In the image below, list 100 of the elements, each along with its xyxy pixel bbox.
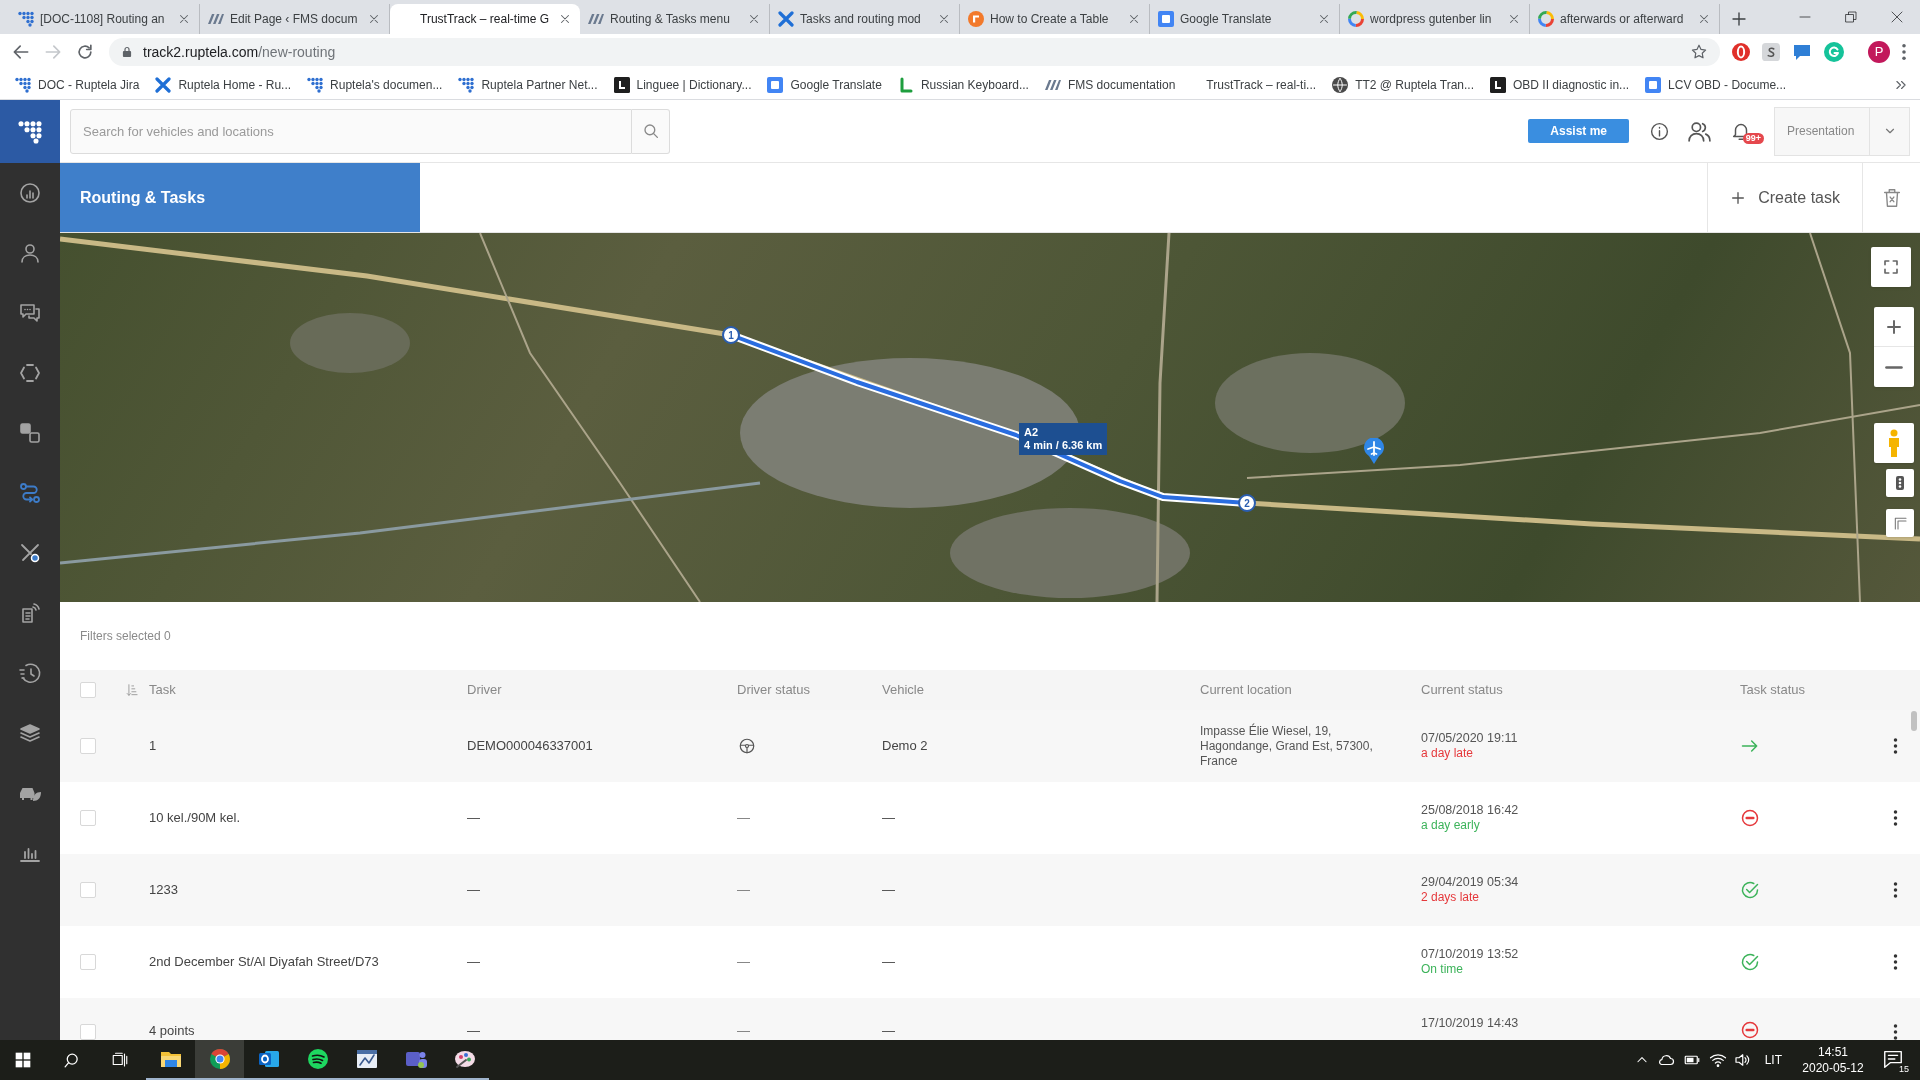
taskbar-app[interactable] (195, 1040, 244, 1080)
close-icon[interactable] (558, 12, 572, 26)
create-task-button[interactable]: Create task (1707, 163, 1862, 232)
bookmark-link[interactable]: DOC - Ruptela Jira (7, 72, 148, 97)
status-delay: 2 days late (1421, 890, 1480, 905)
close-icon[interactable] (177, 12, 191, 26)
speaker-icon[interactable] (1732, 1051, 1751, 1069)
bookmark-link[interactable]: TrustTrack – real-ti... (1183, 72, 1325, 97)
plus-icon[interactable] (1730, 10, 1748, 28)
more-icon[interactable] (1892, 882, 1898, 898)
tile-logo-icon (1645, 76, 1662, 93)
status-time: 25/08/2018 16:42 (1421, 803, 1519, 818)
driver-name: — (467, 953, 480, 972)
plus-icon (1730, 189, 1747, 206)
close-icon[interactable] (1317, 12, 1331, 26)
clock-time[interactable]: 14:51 (1818, 1044, 1848, 1060)
vehicle-name: Demo 2 (882, 737, 928, 756)
close-icon[interactable] (1507, 12, 1521, 26)
notification-count: 15 (1898, 1064, 1910, 1074)
language-indicator[interactable]: LIT (1764, 1051, 1782, 1069)
chat-bubble-icon[interactable] (1792, 42, 1812, 62)
bookmark-link[interactable]: Ruptela's documen... (299, 72, 451, 97)
checkbox[interactable] (80, 1024, 96, 1040)
bookmark-link[interactable]: LCV OBD - Docume... (1637, 72, 1795, 97)
close-icon[interactable] (1891, 11, 1903, 23)
cross-logo-icon (155, 76, 172, 93)
location-text: Impasse Élie Wiesel, 19, Hagondange, Grand Est, 57300, France (1200, 723, 1374, 769)
fullscreen-button[interactable] (1871, 247, 1911, 287)
bookmark-link[interactable]: OBD II diagnostic in... (1482, 72, 1638, 97)
close-icon[interactable] (747, 12, 761, 26)
bookmark-link[interactable]: Ruptela Partner Net... (450, 72, 606, 97)
squiggle-tile-icon[interactable] (1762, 43, 1780, 61)
browser-tab[interactable]: TrustTrack – real-time G (390, 4, 580, 34)
wifi-icon[interactable] (1708, 1051, 1727, 1069)
notification-badge: 99+ (1742, 133, 1764, 144)
info-icon[interactable] (1649, 120, 1670, 142)
close-icon[interactable] (367, 12, 381, 26)
bookmark-link[interactable]: Ruptela Home - Ru... (147, 72, 300, 97)
airplane-pin-icon (1363, 438, 1385, 464)
tile-logo-icon (1158, 11, 1174, 27)
close-icon[interactable] (1697, 12, 1711, 26)
checkbox[interactable] (80, 882, 96, 898)
bookmark-link[interactable]: TT2 @ Ruptela Tran... (1324, 72, 1483, 97)
dots-logo-icon (15, 76, 31, 93)
checkbox[interactable] (80, 682, 96, 698)
restore-icon[interactable] (1845, 11, 1857, 23)
segmented-circle-icon (207, 1047, 232, 1071)
search-icon[interactable] (62, 1051, 80, 1069)
address-field[interactable]: track2.ruptela.com/new-routing (109, 38, 1720, 66)
oval-logo-icon[interactable] (1732, 43, 1750, 61)
globe-icon (1332, 76, 1349, 93)
zoom-in-button[interactable] (1874, 307, 1914, 347)
more-icon[interactable] (1892, 954, 1898, 970)
task-view-icon[interactable] (111, 1051, 129, 1069)
status-time: 17/10/2019 14:43 (1421, 1016, 1519, 1031)
fullscreen-icon (1882, 258, 1900, 276)
checkbox[interactable] (80, 810, 96, 826)
search-field[interactable]: Search for vehicles and locations (70, 108, 632, 154)
stripes-logo-icon (588, 11, 604, 27)
windows-logo-icon[interactable] (15, 1052, 31, 1068)
back-arrow-icon[interactable] (11, 42, 31, 62)
bookmark-link[interactable]: Linguee | Dictionary... (605, 72, 760, 97)
driver-status-text: — (737, 953, 750, 972)
route-marker[interactable]: 2 (1238, 494, 1256, 512)
dots-logo-icon (18, 119, 42, 144)
cross-logo-icon (778, 11, 794, 27)
more-icon[interactable] (1902, 44, 1906, 60)
driver-name: — (467, 1021, 480, 1040)
more-icon[interactable] (1892, 1024, 1898, 1040)
scrollbar-thumb[interactable] (1911, 711, 1917, 731)
dots-logo-icon (307, 76, 324, 93)
traffic-layer-button[interactable] (1886, 469, 1914, 497)
traffic-light-icon (1896, 476, 1904, 490)
reload-icon[interactable] (75, 42, 95, 62)
close-icon[interactable] (937, 12, 951, 26)
bookmark-link[interactable]: FMS documentation (1036, 72, 1184, 97)
checkbox[interactable] (80, 954, 96, 970)
vehicle-name: — (882, 881, 895, 900)
clock-date[interactable]: 2020-05-12 (1802, 1060, 1864, 1076)
map-tool-button[interactable] (1886, 509, 1914, 537)
segmented-ring-icon (1538, 11, 1554, 27)
satellite-map-placeholder[interactable]: 1 2 A2 4 min / 6.36 km (60, 233, 1920, 602)
driver-status-text: — (737, 1021, 750, 1040)
more-icon[interactable] (1892, 810, 1898, 826)
route-marker[interactable]: 1 (722, 326, 740, 344)
status-delay: a day early (1421, 818, 1480, 833)
filter-summary: Filters selected 0 (80, 628, 171, 645)
profile-avatar[interactable]: P (1868, 41, 1890, 63)
checkbox[interactable] (80, 738, 96, 754)
task-name: 10 kel./90M kel. (149, 809, 241, 828)
page-title: Routing & Tasks (80, 187, 206, 208)
segmented-ring-icon (1348, 11, 1364, 27)
zoom-out-button[interactable] (1874, 347, 1914, 387)
bookmark-link[interactable]: Russian Keyboard... (889, 72, 1037, 97)
star-icon[interactable] (1690, 43, 1708, 61)
bookmark-link[interactable]: Google Translate (759, 72, 890, 97)
logo-tile[interactable] (0, 100, 60, 163)
status-time: 29/04/2019 05:34 (1421, 875, 1519, 890)
close-icon[interactable] (1127, 12, 1141, 26)
more-icon[interactable] (1892, 738, 1898, 754)
